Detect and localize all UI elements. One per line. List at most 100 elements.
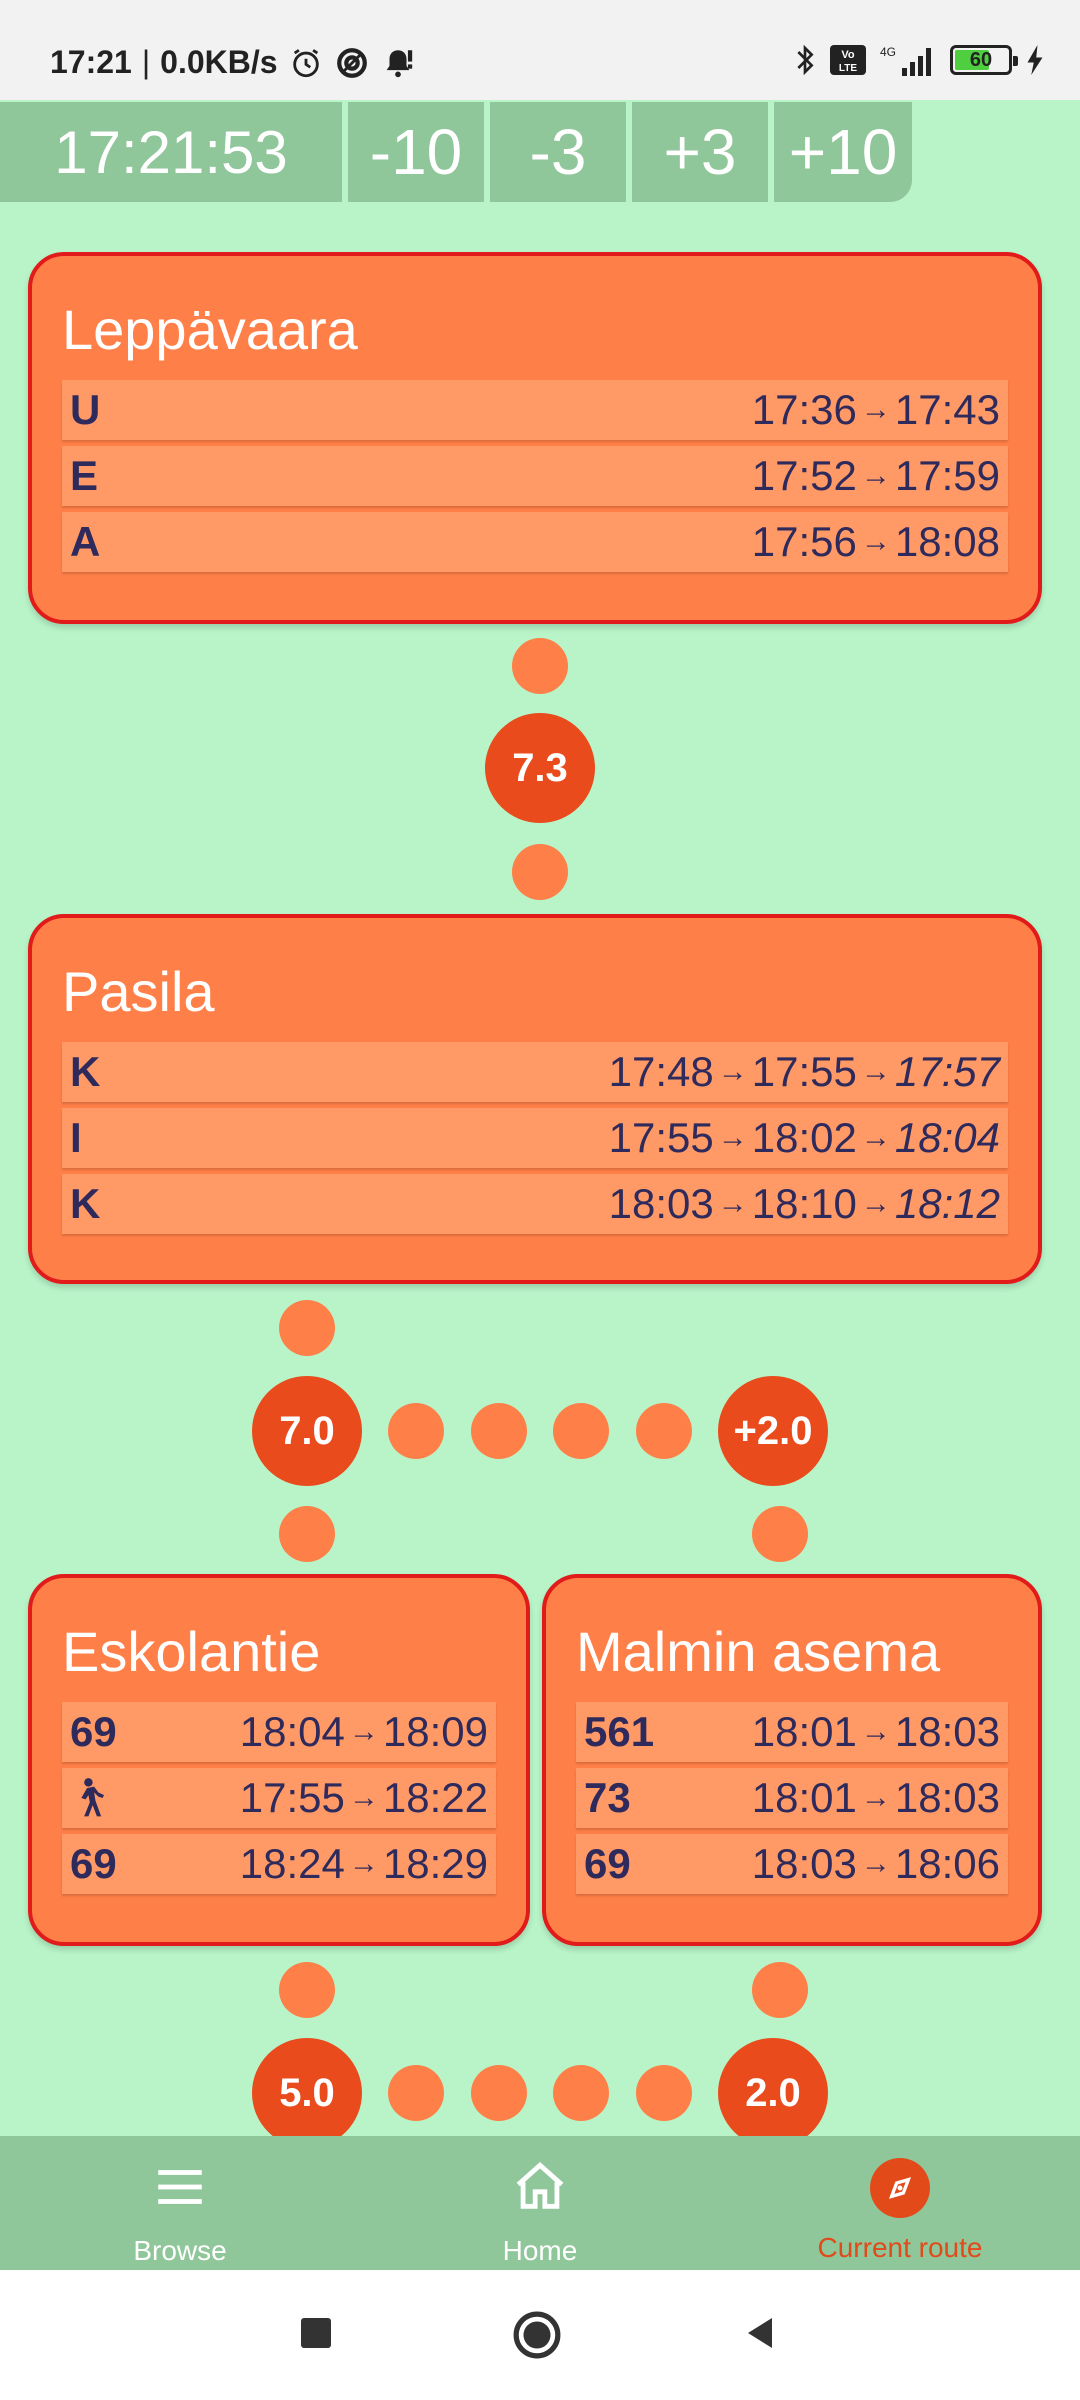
connector-dot [471, 1403, 527, 1459]
status-right: Vo LTE 4G 60 [794, 44, 1044, 76]
svg-text:Vo: Vo [841, 49, 855, 61]
arrow-icon: → [348, 1781, 379, 1814]
arrow-icon: → [860, 1781, 891, 1814]
battery-indicator: 60 [950, 45, 1018, 75]
plus-10-button[interactable]: +10 [774, 102, 912, 202]
line-label: 69 [584, 1840, 631, 1887]
volte-icon: Vo LTE [830, 44, 866, 76]
arrow-icon: → [860, 1121, 891, 1154]
connector-dot [553, 2065, 609, 2121]
stop-name: Leppävaara [62, 298, 358, 361]
bottom-navigation: Browse Home Current route [0, 2136, 1080, 2270]
departure-row[interactable]: E 17:52 → 17:59 [62, 446, 1008, 506]
line-label: I [70, 1114, 82, 1161]
arrow-icon: → [717, 1187, 748, 1220]
duration-bubble: 2.0 [718, 2038, 828, 2148]
connector-dot [512, 638, 568, 694]
arrive-time: 18:10 [751, 1180, 857, 1227]
connector-dot [553, 1403, 609, 1459]
arrive-time: 18:02 [751, 1114, 857, 1161]
line-label: 73 [584, 1774, 631, 1821]
departure-times: 17:52 → 17:59 [752, 452, 1000, 500]
line-label: K [70, 1048, 101, 1095]
depart-time: 17:55 [239, 1774, 345, 1821]
departure-row[interactable]: K 17:48 → 17:55 → 17:57 [62, 1042, 1008, 1102]
connector-dot [471, 2065, 527, 2121]
arrow-icon: → [348, 1715, 379, 1748]
depart-time: 17:52 [751, 452, 857, 499]
line-label: 69 [70, 1840, 117, 1887]
time-controls: 17:21:53 -10 -3 +3 +10 [0, 102, 912, 202]
compass-icon [870, 2158, 930, 2218]
departure-times: 17:56 → 18:08 [752, 518, 1000, 566]
svg-text:4G: 4G [880, 45, 896, 59]
system-navigation-bar [0, 2270, 1080, 2400]
line-label: U [70, 386, 101, 433]
duration-bubble: 5.0 [252, 2038, 362, 2148]
alarm-icon [288, 45, 324, 81]
status-left: 17:21 | 0.0KB/s [50, 44, 416, 81]
connector-dot [279, 1962, 335, 2018]
departure-row[interactable]: A 17:56 → 18:08 [62, 512, 1008, 572]
status-bar: 17:21 | 0.0KB/s Vo LTE 4G 60 [0, 0, 1080, 100]
menu-icon [151, 2158, 209, 2221]
stop-card-eskolantie[interactable]: Eskolantie 69 18:04 → 18:09 17:55 → 18:2… [28, 1574, 530, 1946]
departure-row[interactable]: 69 18:24 → 18:29 [62, 1834, 496, 1894]
arrive-time: 18:08 [894, 518, 1000, 565]
line-label: K [70, 1180, 101, 1227]
departure-times: 17:55 → 18:02 → 18:04 [609, 1114, 1000, 1162]
arrive-time: 18:03 [894, 1774, 1000, 1821]
departure-times: 17:36 → 17:43 [752, 386, 1000, 434]
connector-dot [512, 844, 568, 900]
recents-button[interactable] [298, 2315, 334, 2356]
depart-time: 18:01 [751, 1774, 857, 1821]
departure-row[interactable]: 69 18:03 → 18:06 [576, 1834, 1008, 1894]
transfer-time: 18:12 [894, 1180, 1000, 1227]
current-time-clock[interactable]: 17:21:53 [0, 102, 342, 202]
plus-3-button[interactable]: +3 [632, 102, 768, 202]
minus-10-button[interactable]: -10 [348, 102, 484, 202]
nav-home[interactable]: Home [360, 2136, 720, 2270]
stop-card-malmin-asema[interactable]: Malmin asema 561 18:01 → 18:03 73 18:01 … [542, 1574, 1042, 1946]
duration-bubble: 7.3 [485, 713, 595, 823]
departure-times: 18:01 → 18:03 [752, 1774, 1000, 1822]
back-button[interactable] [742, 2315, 778, 2356]
depart-time: 18:04 [239, 1708, 345, 1755]
departure-row[interactable]: 69 18:04 → 18:09 [62, 1702, 496, 1762]
depart-time: 18:03 [608, 1180, 714, 1227]
minus-3-button[interactable]: -3 [490, 102, 626, 202]
departure-row[interactable]: 73 18:01 → 18:03 [576, 1768, 1008, 1828]
departure-row[interactable]: I 17:55 → 18:02 → 18:04 [62, 1108, 1008, 1168]
duration-bubble: 7.0 [252, 1376, 362, 1486]
departure-row[interactable]: 17:55 → 18:22 [62, 1768, 496, 1828]
departure-row[interactable]: K 18:03 → 18:10 → 18:12 [62, 1174, 1008, 1234]
stop-name: Eskolantie [62, 1620, 321, 1683]
depart-time: 18:03 [751, 1840, 857, 1887]
depart-time: 17:36 [751, 386, 857, 433]
arrow-icon: → [860, 1847, 891, 1880]
depart-time: 18:01 [751, 1708, 857, 1755]
depart-time: 17:55 [608, 1114, 714, 1161]
signal-4g-icon: 4G [880, 44, 936, 76]
arrow-icon: → [860, 1715, 891, 1748]
arrow-icon: → [348, 1847, 379, 1880]
nav-browse[interactable]: Browse [0, 2136, 360, 2270]
departure-times: 18:03 → 18:10 → 18:12 [609, 1180, 1000, 1228]
home-button[interactable] [512, 2310, 562, 2365]
departure-times: 17:48 → 17:55 → 17:57 [609, 1048, 1000, 1096]
departure-times: 18:24 → 18:29 [240, 1840, 488, 1888]
battery-level: 60 [969, 48, 993, 71]
arrive-time: 17:55 [751, 1048, 857, 1095]
connector-dot [636, 2065, 692, 2121]
nav-current-route[interactable]: Current route [720, 2136, 1080, 2270]
departure-row[interactable]: U 17:36 → 17:43 [62, 380, 1008, 440]
departure-row[interactable]: 561 18:01 → 18:03 [576, 1702, 1008, 1762]
nav-label: Home [502, 2235, 578, 2266]
arrive-time: 18:03 [894, 1708, 1000, 1755]
connector-dot [752, 1962, 808, 2018]
transfer-time: 17:57 [894, 1048, 1000, 1095]
stop-card-pasila[interactable]: Pasila K 17:48 → 17:55 → 17:57 I 17:55 →… [28, 914, 1042, 1284]
stop-name: Pasila [62, 960, 215, 1023]
stop-name: Malmin asema [576, 1620, 941, 1683]
stop-card-leppavaara[interactable]: Leppävaara U 17:36 → 17:43 E 17:52 → 17:… [28, 252, 1042, 624]
